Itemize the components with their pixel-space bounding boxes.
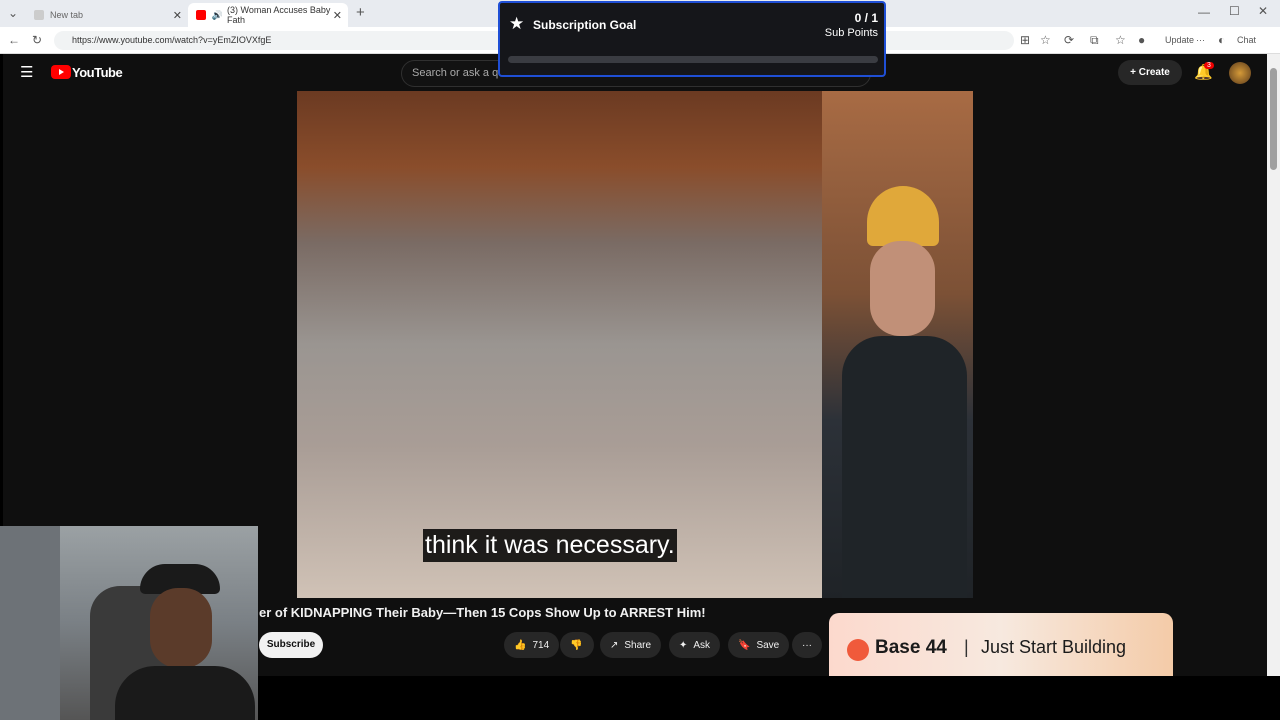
tab-label: (3) Woman Accuses Baby Fath [226,5,331,25]
tab-new-tab[interactable]: New tab ✕ [26,3,188,27]
avatar[interactable] [1229,62,1251,84]
save-label: Save [756,639,780,651]
youtube-logo-icon[interactable] [51,65,71,79]
app-icon[interactable]: ⊞ [1020,33,1030,47]
face [870,241,935,336]
share-button[interactable]: ↗ Share [600,632,662,658]
like-count: 714 [532,639,550,651]
video-frame-left [297,91,822,598]
like-button[interactable]: 👍 714 [504,632,560,658]
favorites-icon[interactable]: ☆ [1115,33,1126,47]
video-info: er of KIDNAPPING Their Baby—Then 15 Cops… [259,598,1267,676]
base44-logo-icon [847,639,869,661]
page-icon [34,10,44,20]
subscription-goal-widget: ★ Subscription Goal 0 / 1 Sub Points [498,1,886,77]
ad-separator: | [964,637,969,657]
create-label: Create [1138,67,1170,78]
favorite-icon[interactable]: ☆ [1040,33,1051,47]
tab-list-icon[interactable]: ⌄ [8,6,18,20]
youtube-icon [196,10,206,20]
ad-banner[interactable]: Base 44 | Just Start Building [829,613,1173,676]
tab-label: New tab [50,10,84,20]
close-window-icon[interactable]: ✕ [1258,4,1268,18]
ad-tagline: Just Start Building [981,637,1127,657]
back-icon[interactable]: ← [8,33,20,47]
notification-badge: 3 [1204,62,1214,69]
goal-count: 0 / 1 [854,11,878,25]
share-label: Share [624,639,652,651]
ask-label: Ask [693,639,711,651]
dislike-button[interactable]: 👎 [560,632,594,658]
close-icon[interactable]: ✕ [173,9,182,22]
more-icon: ··· [802,639,812,651]
plus-icon: + [1130,67,1139,78]
new-tab-icon[interactable]: + [356,4,365,21]
create-button[interactable]: + Create [1118,60,1182,85]
background [0,526,60,720]
thumbs-up-icon: 👍 [514,639,527,651]
video-caption: think it was necessary. [423,529,677,562]
tab-youtube[interactable]: 🔊 (3) Woman Accuses Baby Fath ✕ [188,3,348,27]
thumbs-down-icon: 👎 [570,639,583,651]
scrollbar-thumb[interactable] [1270,68,1277,170]
extensions-icon[interactable]: ⧉ [1090,33,1099,48]
more-actions-button[interactable]: ··· [792,632,822,658]
goal-title: Subscription Goal [533,18,637,32]
subscribe-button[interactable]: Subscribe [259,632,323,658]
ad-brand: Base 44 [875,637,947,658]
chat-button[interactable]: Chat [1237,35,1256,45]
menu-icon[interactable]: ☰ [20,63,33,81]
cap [867,186,939,246]
webcam-overlay [0,526,258,720]
profile-icon[interactable]: ● [1138,33,1145,47]
shirt [115,666,255,720]
goal-label: Sub Points [824,27,878,39]
maximize-icon[interactable]: ☐ [1229,4,1240,18]
save-button[interactable]: 🔖 Save [728,632,790,658]
copilot-icon[interactable]: ◐ [1218,33,1225,47]
youtube-logo-text[interactable]: YouTube [72,65,123,80]
face [150,588,212,668]
scrollbar[interactable] [1267,54,1280,676]
extension-icon[interactable]: ⟳ [1064,33,1074,47]
sparkle-icon: ✦ [679,639,688,651]
close-icon[interactable]: ✕ [333,9,342,22]
video-title: er of KIDNAPPING Their Baby—Then 15 Cops… [259,605,706,620]
speaker-icon[interactable]: 🔊 [212,10,223,21]
reload-icon[interactable]: ↻ [32,33,42,47]
star-icon: ★ [509,14,525,33]
minimize-icon[interactable]: — [1198,5,1210,19]
video-player[interactable]: think it was necessary. [297,91,973,598]
bookmark-icon: 🔖 [738,639,751,651]
share-icon: ↗ [610,639,619,651]
ask-button[interactable]: ✦ Ask [669,632,721,658]
update-button[interactable]: Update [1165,35,1194,45]
video-frame-right [822,91,973,598]
shirt [842,336,967,598]
goal-progress-bar [508,56,878,63]
more-icon[interactable]: ··· [1196,35,1205,45]
